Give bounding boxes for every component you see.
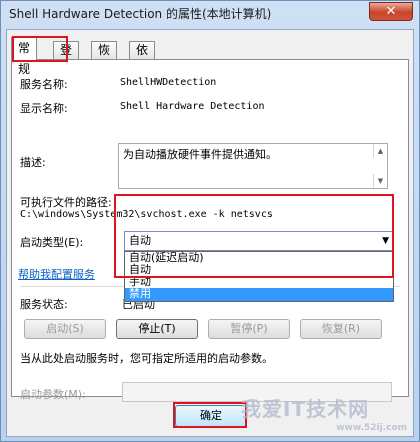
watermark-url: www.52ij.com — [336, 423, 407, 433]
tab-recovery[interactable]: 恢复 — [91, 41, 118, 74]
startup-type-combo[interactable]: 自动 ▼ — [124, 231, 394, 251]
properties-window: Shell Hardware Detection 的属性(本地计算机) ✕ 常规… — [0, 0, 420, 442]
service-name-value: ShellHWDetection — [120, 77, 217, 88]
scroll-down-icon[interactable]: ▼ — [373, 174, 387, 188]
exec-path-label: 可执行文件的路径: — [20, 196, 112, 209]
help-configure-link[interactable]: 帮助我配置服务 — [18, 266, 95, 282]
description-box[interactable]: 为自动播放硬件事件提供通知。 ▲ ▼ — [118, 143, 388, 189]
startup-type-label: 启动类型(E): — [20, 236, 84, 249]
watermark-text: 我爱IT技术网 — [241, 397, 370, 421]
startup-option-disabled[interactable]: 禁用 — [125, 288, 393, 301]
startup-type-selected: 自动 — [129, 234, 151, 247]
chevron-down-icon[interactable]: ▼ — [382, 232, 389, 250]
general-panel: 服务名称: ShellHWDetection 显示名称: Shell Hardw… — [11, 59, 409, 402]
description-text: 为自动播放硬件事件提供通知。 — [123, 148, 277, 161]
tab-dependencies[interactable]: 依存关系 — [129, 41, 156, 108]
ok-button[interactable]: 确定 — [175, 405, 247, 427]
window-title: Shell Hardware Detection 的属性(本地计算机) — [9, 7, 272, 21]
start-button[interactable]: 启动(S) — [24, 319, 106, 339]
close-button[interactable]: ✕ — [369, 2, 413, 21]
service-status-label: 服务状态: — [20, 298, 68, 311]
stop-button[interactable]: 停止(T) — [116, 319, 198, 339]
resume-button[interactable]: 恢复(R) — [300, 319, 382, 339]
display-name-label: 显示名称: — [20, 102, 68, 115]
scroll-up-icon[interactable]: ▲ — [373, 144, 387, 158]
start-params-hint: 当从此处启动服务时，您可指定所适用的启动参数。 — [20, 352, 273, 365]
startup-option-auto-delayed[interactable]: 自动(延迟启动) — [125, 252, 393, 264]
description-label: 描述: — [20, 156, 46, 169]
startup-option-auto[interactable]: 自动 — [125, 264, 393, 276]
startup-option-manual[interactable]: 手动 — [125, 276, 393, 288]
watermark: 我爱IT技术网 www.52ij.com — [241, 393, 411, 433]
tab-general[interactable]: 常规 — [11, 37, 38, 76]
exec-path-value: C:\windows\System32\svchost.exe -k netsv… — [20, 209, 273, 220]
pause-button[interactable]: 暂停(P) — [208, 319, 290, 339]
startup-type-dropdown: 自动(延迟启动) 自动 手动 禁用 — [124, 251, 394, 302]
dialog-client: 常规 登录 恢复 依存关系 服务名称: ShellHWDetection 显示名… — [6, 29, 414, 437]
start-params-label: 启动参数(M): — [20, 388, 86, 401]
tab-logon[interactable]: 登录 — [53, 41, 80, 74]
display-name-value: Shell Hardware Detection — [120, 101, 265, 112]
